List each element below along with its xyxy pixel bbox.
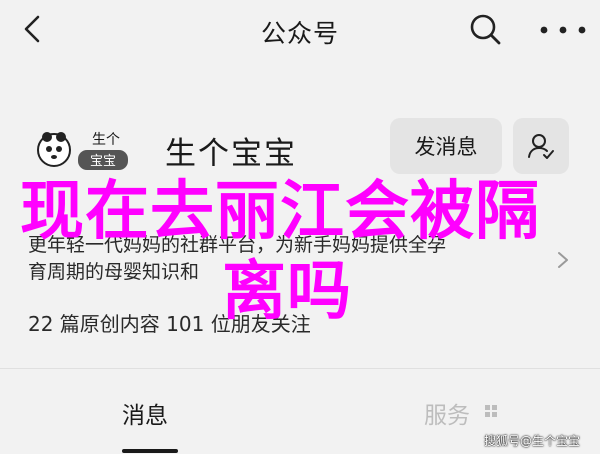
tab-divider <box>0 368 600 369</box>
more-icon[interactable] <box>538 16 588 44</box>
overlay-headline-line1: 现在去丽江会被隔 <box>20 175 540 249</box>
tab-messages[interactable]: 消息 <box>122 396 168 430</box>
grid-icon <box>485 405 497 417</box>
search-icon[interactable] <box>466 10 504 48</box>
active-tab-indicator <box>122 449 178 453</box>
overlay-headline-line2: 离吗 <box>222 255 352 329</box>
watermark: 搜狐号@生个宝宝 <box>484 434 581 448</box>
chevron-right-icon[interactable] <box>556 250 570 270</box>
tab-services[interactable]: 服务 <box>424 396 470 430</box>
top-nav-bar: 公众号 <box>0 0 600 62</box>
send-message-label: 发消息 <box>414 135 478 159</box>
add-user-icon <box>528 134 554 159</box>
logo-text-top: 生个 <box>92 132 120 148</box>
page-title: 公众号 <box>260 19 339 48</box>
